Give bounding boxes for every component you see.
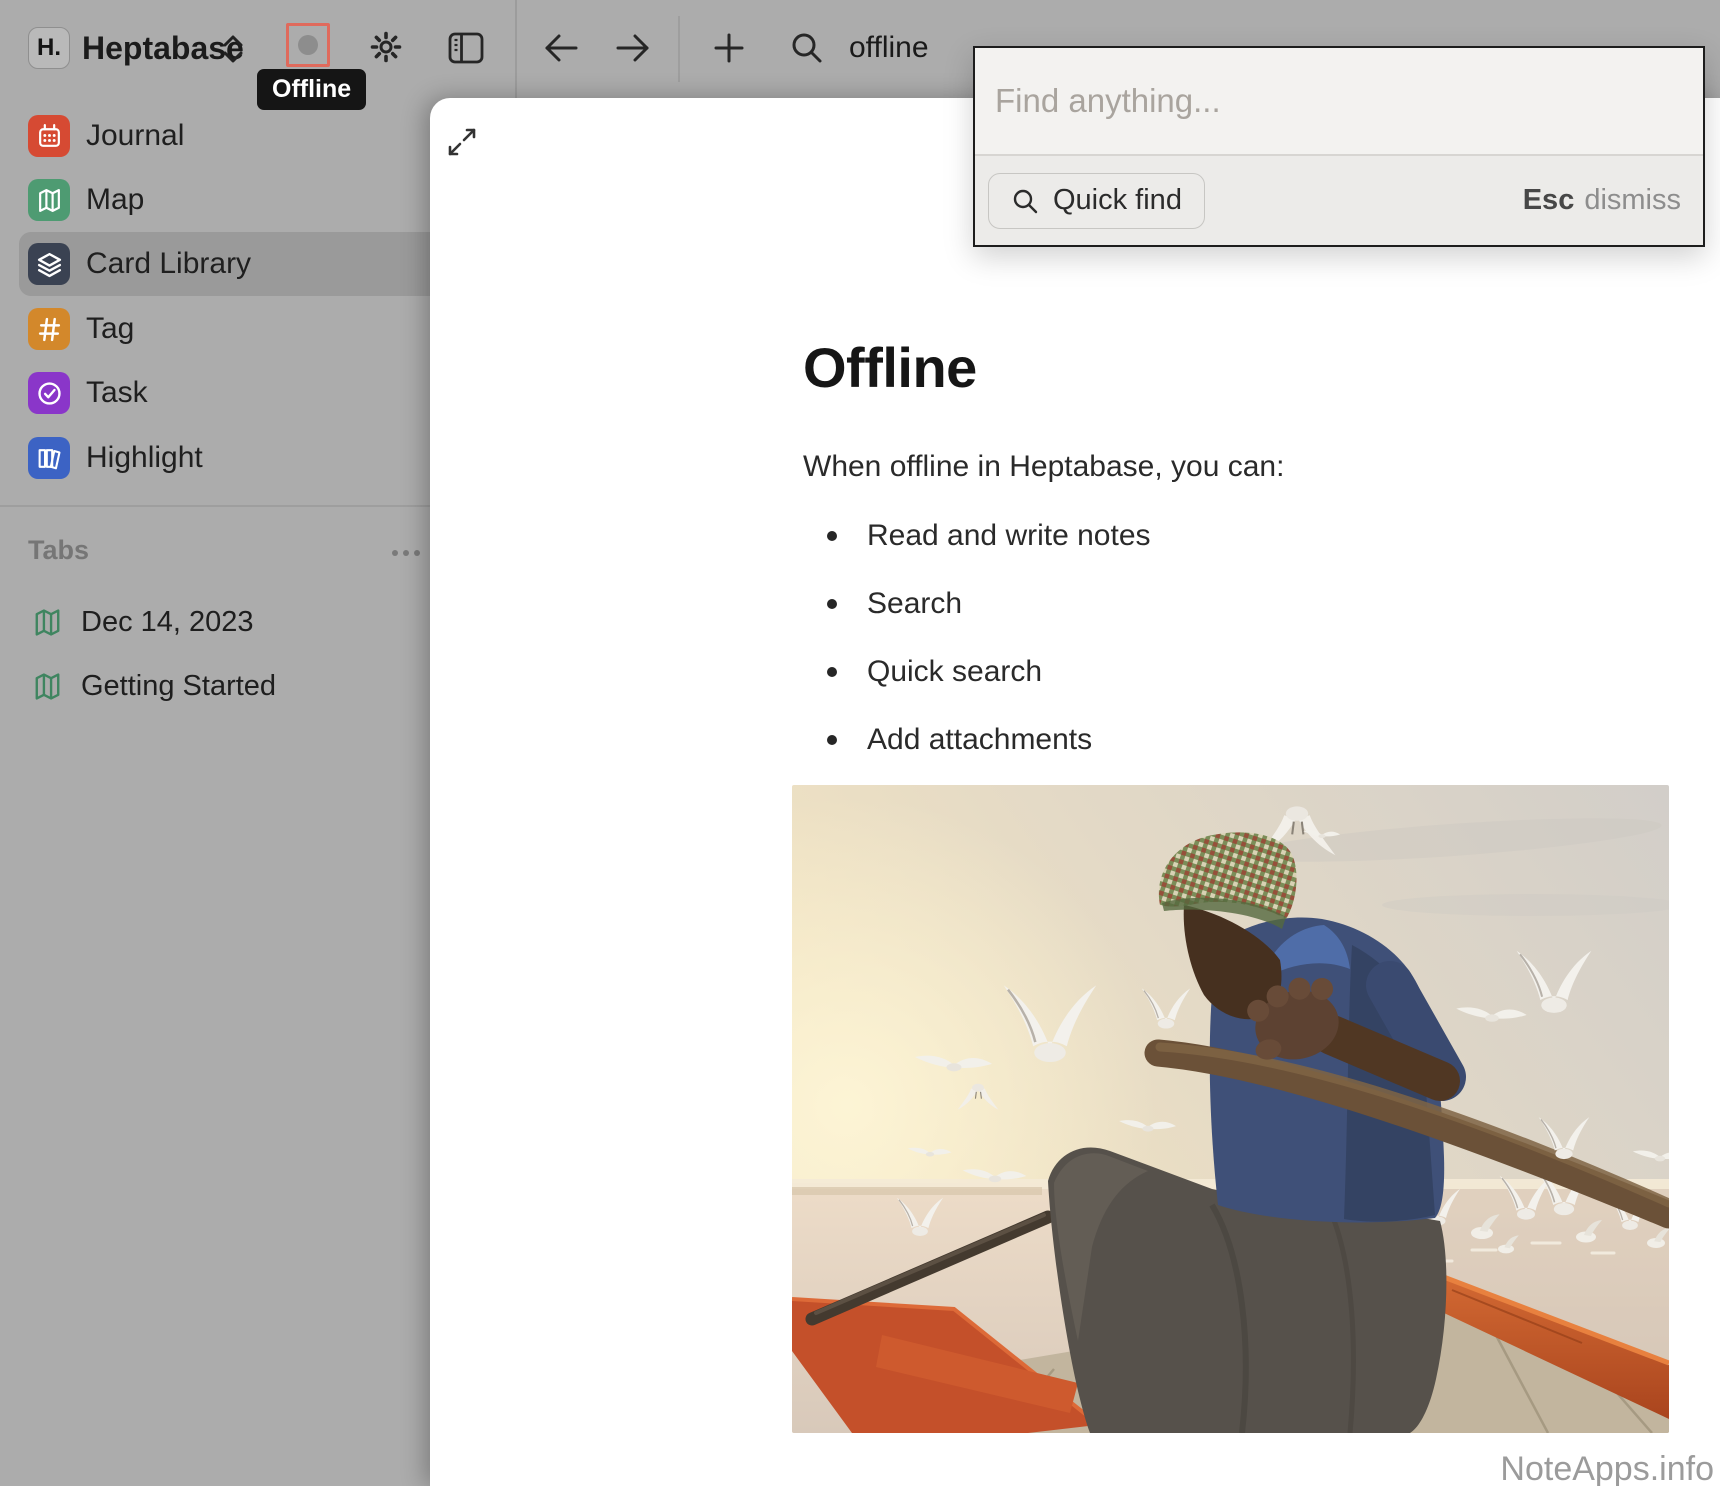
sidebar-item-map[interactable]: Map <box>0 168 430 232</box>
quick-find-footer: Quick find Escdismiss <box>975 156 1703 245</box>
hash-icon <box>28 308 70 350</box>
sidebar-item-label: Highlight <box>86 441 203 475</box>
sidebar-item-task[interactable]: Task <box>0 361 430 425</box>
topbar-search[interactable]: offline <box>789 24 929 72</box>
sidebar-toggle-icon[interactable] <box>447 30 485 66</box>
tabs-section-header: Tabs <box>28 535 89 566</box>
map-icon <box>32 607 63 638</box>
quick-find-overlay: Quick find Escdismiss <box>973 46 1705 247</box>
bullet-dot <box>827 735 837 745</box>
watermark: NoteApps.info <box>1500 1450 1714 1486</box>
calendar-icon <box>28 115 70 157</box>
divider <box>515 0 517 98</box>
bullet-list: Read and write notes Search Quick search… <box>803 512 1151 784</box>
divider <box>678 16 680 82</box>
books-icon <box>28 437 70 479</box>
esc-dismiss-hint[interactable]: Escdismiss <box>1523 184 1681 217</box>
quick-find-button[interactable]: Quick find <box>988 173 1205 229</box>
workspace-logo-letter: H. <box>37 34 61 62</box>
layers-icon <box>28 243 70 285</box>
bullet-item: Quick search <box>803 648 1151 696</box>
search-icon <box>789 29 825 67</box>
divider <box>0 505 430 507</box>
sidebar-item-journal[interactable]: Journal <box>0 104 430 168</box>
new-tab-plus-icon[interactable] <box>711 30 747 66</box>
note-title: Offline <box>803 334 977 402</box>
note-intro-text: When offline in Heptabase, you can: <box>803 450 1284 484</box>
app-window: H. Heptabase Offline <box>0 0 1720 1486</box>
topbar-search-text: offline <box>849 31 929 65</box>
tab-item-journal-date[interactable]: Dec 14, 2023 <box>0 590 430 654</box>
back-arrow-icon[interactable] <box>541 29 581 67</box>
sidebar-item-label: Task <box>86 376 148 410</box>
sidebar-item-tag[interactable]: Tag <box>0 297 430 361</box>
quick-find-input[interactable] <box>975 48 1703 154</box>
sidebar-item-highlight[interactable]: Highlight <box>0 426 430 490</box>
sidebar-item-label: Card Library <box>86 247 251 281</box>
bullet-item: Add attachments <box>803 716 1151 764</box>
sidebar: Journal Map Card Library <box>0 98 430 1486</box>
bullet-dot <box>827 531 837 541</box>
workspace-logo[interactable]: H. <box>28 27 70 69</box>
map-icon <box>28 179 70 221</box>
note-photo[interactable] <box>792 785 1669 1433</box>
bullet-dot <box>827 599 837 609</box>
expand-icon[interactable] <box>444 124 480 160</box>
workspace-switcher-chevrons-icon[interactable] <box>218 33 248 65</box>
offline-tooltip: Offline <box>257 69 366 110</box>
check-circle-icon <box>28 372 70 414</box>
search-icon <box>1011 187 1039 215</box>
settings-gear-icon[interactable] <box>367 28 405 66</box>
sidebar-item-label: Journal <box>86 119 184 153</box>
sidebar-item-label: Tag <box>86 312 134 346</box>
tab-label: Getting Started <box>81 670 276 703</box>
bullet-dot <box>827 667 837 677</box>
offline-dot-icon <box>298 35 318 55</box>
tab-item-getting-started[interactable]: Getting Started <box>0 654 430 718</box>
sidebar-item-label: Map <box>86 183 144 217</box>
tab-label: Dec 14, 2023 <box>81 606 254 639</box>
bullet-item: Read and write notes <box>803 512 1151 560</box>
bullet-item: Search <box>803 580 1151 628</box>
note-card: Offline When offline in Heptabase, you c… <box>430 98 1720 1486</box>
offline-status-indicator[interactable] <box>286 23 330 67</box>
forward-arrow-icon[interactable] <box>613 29 653 67</box>
map-icon <box>32 671 63 702</box>
tabs-more-icon[interactable] <box>392 550 420 556</box>
sidebar-item-card-library[interactable]: Card Library <box>0 232 430 296</box>
